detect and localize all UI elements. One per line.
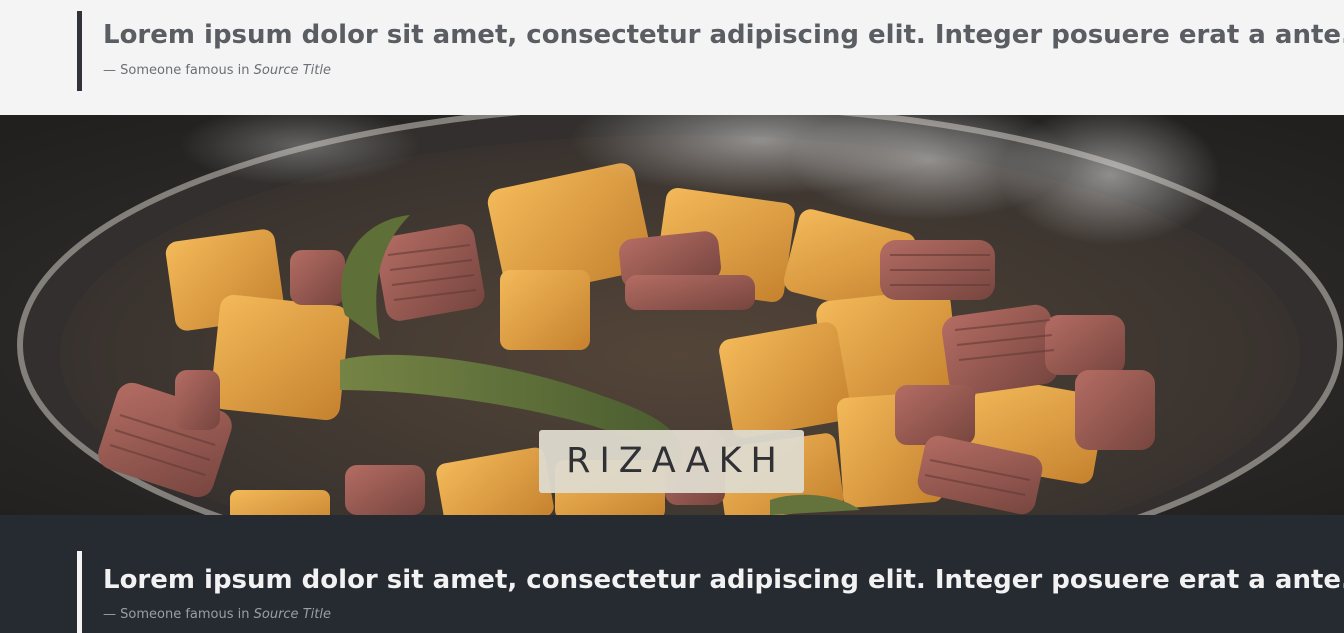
bottom-blockquote: Lorem ipsum dolor sit amet, consectetur …: [77, 551, 1344, 633]
bottom-quote-source-title: Source Title: [253, 607, 331, 622]
bottom-quote-attribution: — Someone famous in: [103, 607, 254, 622]
top-blockquote: Lorem ipsum dolor sit amet, consectetur …: [77, 11, 1344, 91]
brand-logo[interactable]: RIZAAKH: [539, 430, 804, 493]
hero-banner: RIZAAKH: [0, 115, 1344, 515]
bottom-quote-footer: — Someone famous in Source Title: [103, 607, 1344, 623]
bottom-quote-text: Lorem ipsum dolor sit amet, consectetur …: [103, 565, 1344, 595]
top-quote-section: Lorem ipsum dolor sit amet, consectetur …: [0, 0, 1344, 115]
top-quote-attribution: — Someone famous in: [103, 63, 254, 78]
bottom-quote-section: Lorem ipsum dolor sit amet, consectetur …: [0, 515, 1344, 633]
top-quote-footer: — Someone famous in Source Title: [103, 63, 1344, 79]
top-quote-text: Lorem ipsum dolor sit amet, consectetur …: [103, 20, 1344, 50]
top-quote-source-title: Source Title: [253, 63, 331, 78]
